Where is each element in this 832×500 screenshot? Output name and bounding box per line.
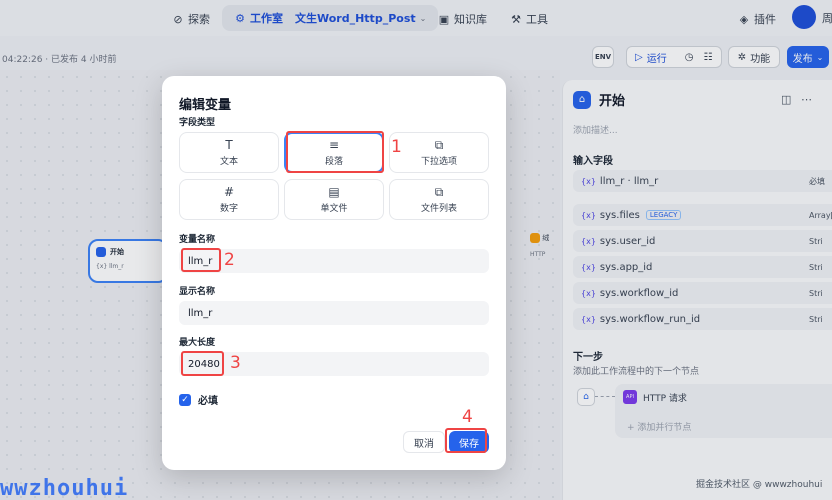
type-label: 单文件 <box>320 203 348 214</box>
required-label: 必填 <box>198 396 218 407</box>
annotation-number: 3 <box>230 353 241 373</box>
annotation-box <box>445 428 487 453</box>
file-icon: ▤ <box>328 184 340 199</box>
text-icon: T <box>225 137 233 152</box>
watermark-right: 掘金技术社区 @ wwwzhouhui <box>696 480 823 490</box>
select-icon: ⧉ <box>434 137 444 152</box>
type-single-file[interactable]: ▤ 单文件 <box>284 179 384 220</box>
var-name-label: 变量名称 <box>179 235 216 245</box>
type-text[interactable]: T 文本 <box>179 132 279 173</box>
annotation-box <box>181 248 221 272</box>
field-type-label: 字段类型 <box>179 118 216 128</box>
files-icon: ⧉ <box>434 184 444 199</box>
type-number[interactable]: # 数字 <box>179 179 279 220</box>
hash-icon: # <box>223 184 235 199</box>
annotation-number: 4 <box>462 407 473 427</box>
max-length-input[interactable]: 20480 <box>179 352 489 376</box>
type-label: 文件列表 <box>420 203 457 214</box>
type-label: 文本 <box>219 156 238 167</box>
watermark-left: wwzhouhui <box>0 476 129 500</box>
type-label: 下拉选项 <box>420 156 457 167</box>
required-checkbox[interactable]: ✓ 必填 <box>179 392 218 407</box>
type-label: 数字 <box>219 203 238 214</box>
check-icon: ✓ <box>179 393 191 406</box>
max-length-label: 最大长度 <box>179 338 216 348</box>
annotation-number: 1 <box>391 137 402 157</box>
annotation-number: 2 <box>224 250 235 270</box>
display-name-label: 显示名称 <box>179 287 216 297</box>
annotation-box <box>286 131 384 173</box>
type-file-list[interactable]: ⧉ 文件列表 <box>389 179 489 220</box>
cancel-button[interactable]: 取消 <box>403 431 445 453</box>
type-select[interactable]: ⧉ 下拉选项 <box>389 132 489 173</box>
annotation-box <box>181 351 224 376</box>
dialog-title: 编辑变量 <box>179 98 232 113</box>
display-name-input[interactable]: llm_r <box>179 301 489 325</box>
